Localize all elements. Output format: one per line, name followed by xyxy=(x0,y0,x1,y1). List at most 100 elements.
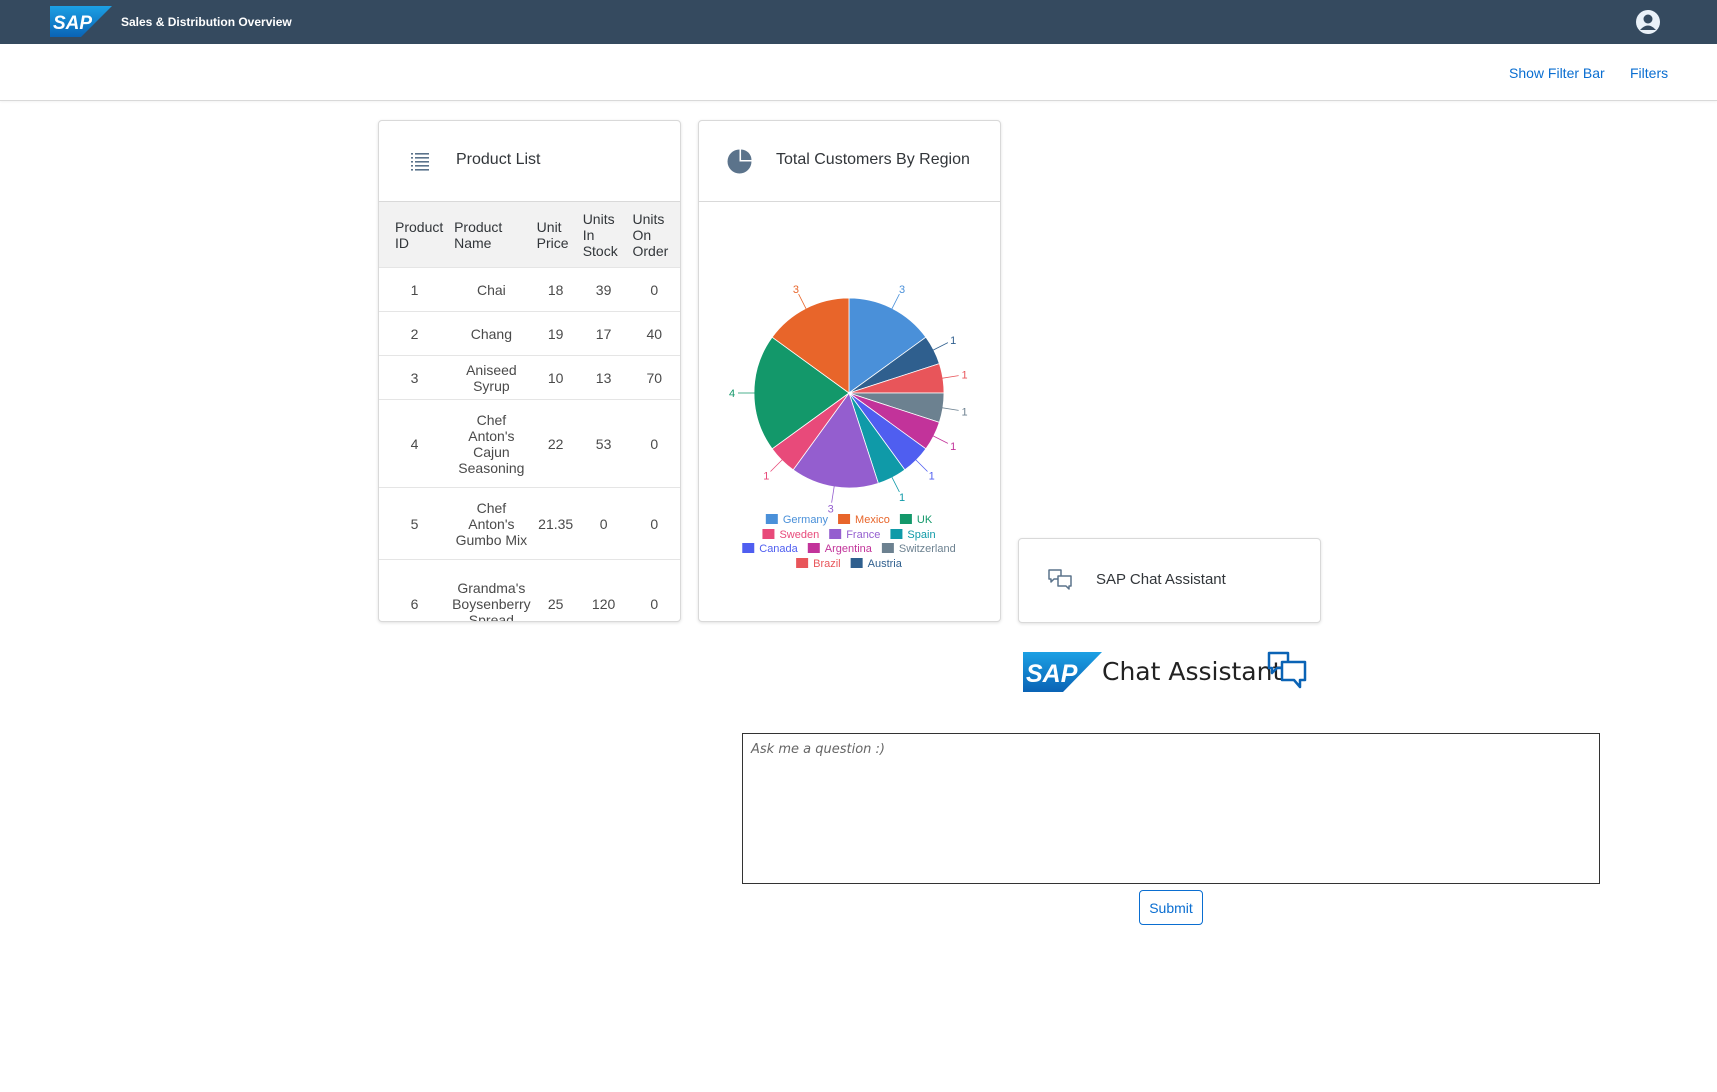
data-label: 1 xyxy=(961,406,967,418)
legend-label: Sweden xyxy=(779,529,819,541)
filters-link[interactable]: Filters xyxy=(1630,65,1668,81)
cell-units-in-stock: 0 xyxy=(578,487,629,560)
legend-label: Argentina xyxy=(825,543,873,555)
cell-units-in-stock: 120 xyxy=(578,559,629,621)
data-label: 4 xyxy=(729,388,735,400)
pie-chart-icon xyxy=(727,149,752,174)
legend-label: Mexico xyxy=(855,514,890,526)
leader-line xyxy=(798,293,808,311)
legend-item-argentina[interactable]: Argentina xyxy=(807,543,873,555)
cell-units-on-order: 70 xyxy=(628,355,680,400)
cell-unit-price: 18 xyxy=(532,267,579,312)
legend-label: Canada xyxy=(759,543,798,555)
legend-item-switzerland[interactable]: Switzerland xyxy=(881,543,956,555)
customers-by-region-title: Total Customers By Region xyxy=(776,151,970,168)
legend-item-brazil[interactable]: Brazil xyxy=(796,558,841,570)
column-header-units-in-stock[interactable]: Units In Stock xyxy=(578,202,629,268)
cell-unit-price: 25 xyxy=(532,559,579,621)
legend-label: France xyxy=(846,529,880,541)
cell-product-id: 5 xyxy=(379,487,451,560)
legend-item-spain[interactable]: Spain xyxy=(890,529,936,541)
cell-product-id: 2 xyxy=(379,311,451,356)
chat-bubbles-icon xyxy=(1267,651,1307,689)
leader-line xyxy=(770,458,784,472)
table-row[interactable]: 4 Chef Anton's Cajun Seasoning 22 53 0 xyxy=(379,399,680,488)
show-filter-bar-link[interactable]: Show Filter Bar xyxy=(1509,65,1605,81)
leader-line xyxy=(914,458,928,472)
cell-product-id: 4 xyxy=(379,399,451,488)
cell-unit-price: 21.35 xyxy=(532,487,579,560)
legend-item-germany[interactable]: Germany xyxy=(765,514,829,526)
chat-bubbles-icon xyxy=(1048,569,1072,590)
legend-item-sweden[interactable]: Sweden xyxy=(762,529,819,541)
svg-text:SAP: SAP xyxy=(1026,660,1078,688)
cell-product-name: Aniseed Syrup xyxy=(450,355,533,400)
table-row[interactable]: 3 Aniseed Syrup 10 13 70 xyxy=(379,355,680,400)
legend-swatch xyxy=(881,543,894,553)
submit-button[interactable]: Submit xyxy=(1139,890,1203,925)
cell-units-in-stock: 13 xyxy=(578,355,629,400)
legend-item-mexico[interactable]: Mexico xyxy=(838,514,890,526)
legend-swatch xyxy=(850,558,863,568)
leader-line xyxy=(931,434,949,444)
legend-item-uk[interactable]: UK xyxy=(899,514,933,526)
cell-units-on-order: 0 xyxy=(628,267,680,312)
legend-item-france[interactable]: France xyxy=(829,529,880,541)
pie-chart: 31111113143Germany Mexico UKSweden France Sp… xyxy=(729,284,968,570)
sap-logo: SAP xyxy=(1023,652,1102,692)
table-row[interactable]: 2 Chang 19 17 40 xyxy=(379,311,680,356)
legend-swatch xyxy=(796,558,809,568)
customers-by-region-card[interactable]: Total Customers By Region 3 1 1 1 1 1 1 3 1 4 3 Ger… xyxy=(698,120,1001,622)
cell-units-on-order: 0 xyxy=(628,399,680,488)
card-header[interactable]: Product List xyxy=(379,121,680,202)
legend-label: Germany xyxy=(783,514,829,526)
legend-swatch xyxy=(899,514,912,524)
cell-product-id: 6 xyxy=(379,559,451,621)
legend-swatch xyxy=(829,529,842,539)
data-label: 3 xyxy=(793,284,799,296)
data-label: 1 xyxy=(763,471,769,483)
table-row[interactable]: 5 Chef Anton's Gumbo Mix 21.35 0 0 xyxy=(379,487,680,560)
column-header-product-id[interactable]: Product ID xyxy=(379,202,451,268)
product-list-card[interactable]: Product List Product ID Product Name Uni… xyxy=(378,120,681,622)
cell-units-in-stock: 53 xyxy=(578,399,629,488)
column-header-units-on-order[interactable]: Units On Order xyxy=(628,202,680,268)
column-header-product-name[interactable]: Product Name xyxy=(450,202,533,268)
legend-swatch xyxy=(838,514,851,524)
legend-item-canada[interactable]: Canada xyxy=(742,543,799,555)
chat-assistant-card[interactable]: SAP Chat Assistant xyxy=(1018,538,1321,623)
cell-units-on-order: 0 xyxy=(628,487,680,560)
legend-item-austria[interactable]: Austria xyxy=(850,558,903,570)
table-row[interactable]: 6 Grandma's Boysenberry Spread 25 120 0 xyxy=(379,559,680,621)
leader-line xyxy=(940,375,959,379)
data-label: 1 xyxy=(950,335,956,347)
cell-unit-price: 19 xyxy=(532,311,579,356)
user-avatar-icon[interactable] xyxy=(1636,10,1660,34)
data-label: 3 xyxy=(828,504,834,516)
table-row[interactable]: 1 Chai 18 39 0 xyxy=(379,267,680,312)
cell-unit-price: 22 xyxy=(532,399,579,488)
shell-bar: SAP Sales & Distribution Overview xyxy=(0,0,1717,44)
card-header[interactable]: Total Customers By Region xyxy=(699,121,1000,202)
question-input[interactable] xyxy=(742,733,1600,884)
leader-line xyxy=(890,293,900,311)
cell-product-id: 1 xyxy=(379,267,451,312)
chat-assistant-heading: Chat Assistant xyxy=(1102,657,1283,686)
legend-label: Switzerland xyxy=(899,543,956,555)
app-title: Sales & Distribution Overview xyxy=(121,15,292,29)
legend-label: Brazil xyxy=(813,558,841,570)
data-label: 1 xyxy=(961,370,967,382)
cell-unit-price: 10 xyxy=(532,355,579,400)
table-header-row: Product ID Product Name Unit Price Units… xyxy=(379,202,680,268)
product-table: Product ID Product Name Unit Price Units… xyxy=(379,202,680,621)
cell-product-name: Chef Anton's Cajun Seasoning xyxy=(450,399,533,488)
legend-label: UK xyxy=(917,514,933,526)
leader-line xyxy=(890,475,900,493)
sap-logo[interactable]: SAP xyxy=(50,6,112,37)
legend-swatch xyxy=(742,543,755,553)
column-header-unit-price[interactable]: Unit Price xyxy=(532,202,579,268)
legend-label: Spain xyxy=(907,529,935,541)
cell-product-name: Chai xyxy=(450,267,533,312)
cell-units-in-stock: 17 xyxy=(578,311,629,356)
leader-line xyxy=(940,407,959,411)
